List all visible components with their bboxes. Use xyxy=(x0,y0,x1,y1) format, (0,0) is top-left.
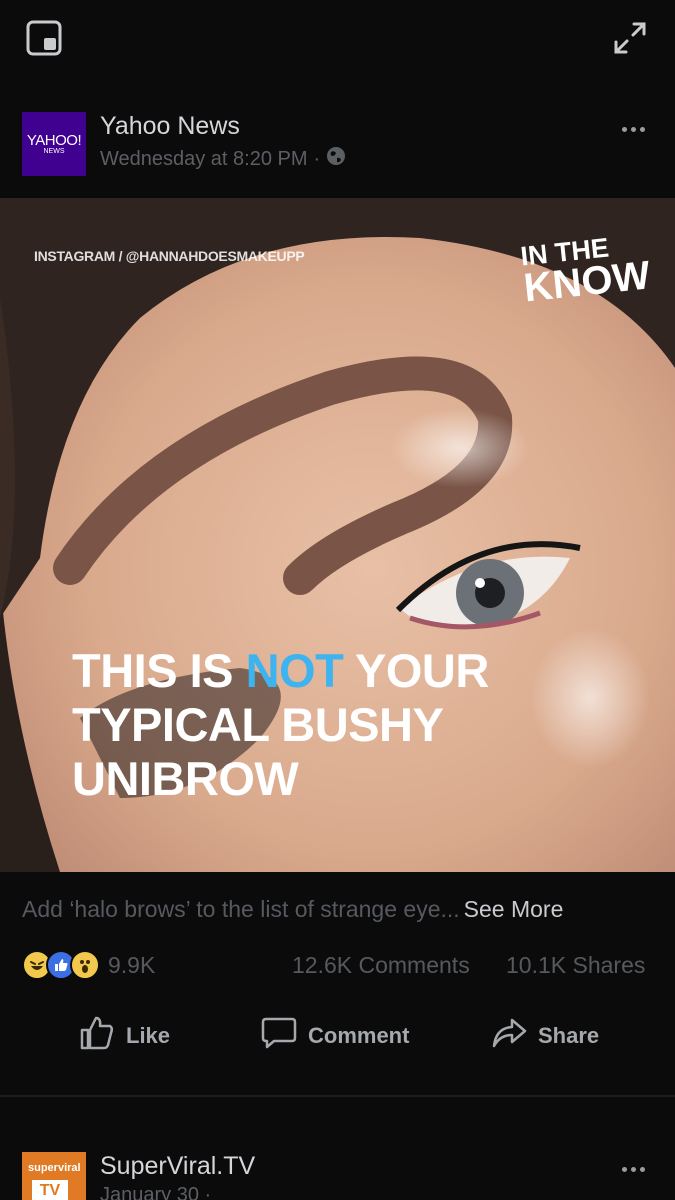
post-timestamp[interactable]: Wednesday at 8:20 PM xyxy=(100,148,308,171)
caption-part-1: THIS IS xyxy=(72,644,246,697)
thumbs-up-icon xyxy=(78,1014,116,1058)
share-button[interactable]: Share xyxy=(490,1006,599,1066)
share-arrow-icon xyxy=(490,1014,528,1058)
badge-line-2: KNOW xyxy=(521,253,653,311)
next-page-avatar[interactable]: superviral TV xyxy=(22,1152,86,1200)
meta-separator: · xyxy=(313,147,321,170)
next-post-timestamp[interactable]: January 30 · xyxy=(100,1184,211,1200)
like-label: Like xyxy=(126,1023,171,1048)
page-name[interactable]: Yahoo News xyxy=(100,112,240,141)
picture-in-picture-icon[interactable] xyxy=(26,20,62,56)
reactions-count: 9.9K xyxy=(108,951,156,978)
video-caption: THIS IS NOT YOUR TYPICAL BUSHY UNIBROW xyxy=(72,644,489,806)
feed-divider xyxy=(0,1095,675,1097)
post-stats: 9.9K 12.6K Comments 10.1K Shares xyxy=(0,946,675,986)
caption-line-2: TYPICAL BUSHY xyxy=(72,698,444,751)
in-the-know-badge: IN THE KNOW xyxy=(519,228,653,311)
like-button[interactable]: Like xyxy=(78,1006,170,1066)
next-avatar-text-1: superviral xyxy=(28,1162,81,1174)
post-text: Add ‘halo brows’ to the list of strange … xyxy=(22,896,563,923)
avatar-sub-text: NEWS xyxy=(43,147,65,155)
next-avatar-text-2: TV xyxy=(32,1180,68,1200)
post-meta: Wednesday at 8:20 PM · xyxy=(100,146,346,172)
caption-line-1: THIS IS NOT YOUR xyxy=(72,644,489,698)
comment-label: Comment xyxy=(308,1023,410,1048)
wow-reaction-icon xyxy=(70,950,100,980)
page-avatar[interactable]: YAHOO! NEWS xyxy=(22,112,86,176)
post-text-body: Add ‘halo brows’ to the list of strange … xyxy=(22,896,460,922)
more-options-icon[interactable] xyxy=(618,114,648,144)
reactions-summary[interactable]: 9.9K xyxy=(22,950,155,980)
expand-icon[interactable] xyxy=(612,20,648,56)
comment-button[interactable]: Comment xyxy=(260,1006,409,1066)
next-page-name[interactable]: SuperViral.TV xyxy=(100,1152,255,1181)
globe-icon xyxy=(326,146,346,172)
see-more-link[interactable]: See More xyxy=(464,896,564,922)
avatar-brand-text: YAHOO! xyxy=(26,131,82,149)
video-player[interactable]: INSTAGRAM / @HANNAHDOESMAKEUPP IN THE KN… xyxy=(0,198,675,872)
video-top-bar xyxy=(0,0,675,80)
post-actions: Like Comment Share xyxy=(0,1006,675,1066)
shares-count[interactable]: 10.1K Shares xyxy=(506,952,645,979)
comment-bubble-icon xyxy=(260,1014,298,1058)
caption-line-3: UNIBROW xyxy=(72,752,299,805)
caption-part-2: YOUR xyxy=(343,644,489,697)
post-header: YAHOO! NEWS Yahoo News Wednesday at 8:20… xyxy=(0,100,675,196)
comments-count[interactable]: 12.6K Comments xyxy=(292,952,470,979)
video-credit: INSTAGRAM / @HANNAHDOESMAKEUPP xyxy=(34,248,305,264)
next-more-options-icon[interactable] xyxy=(618,1154,648,1184)
next-post-header: superviral TV SuperViral.TV January 30 · xyxy=(0,1140,675,1200)
caption-highlight: NOT xyxy=(245,644,344,697)
share-label: Share xyxy=(538,1023,600,1048)
